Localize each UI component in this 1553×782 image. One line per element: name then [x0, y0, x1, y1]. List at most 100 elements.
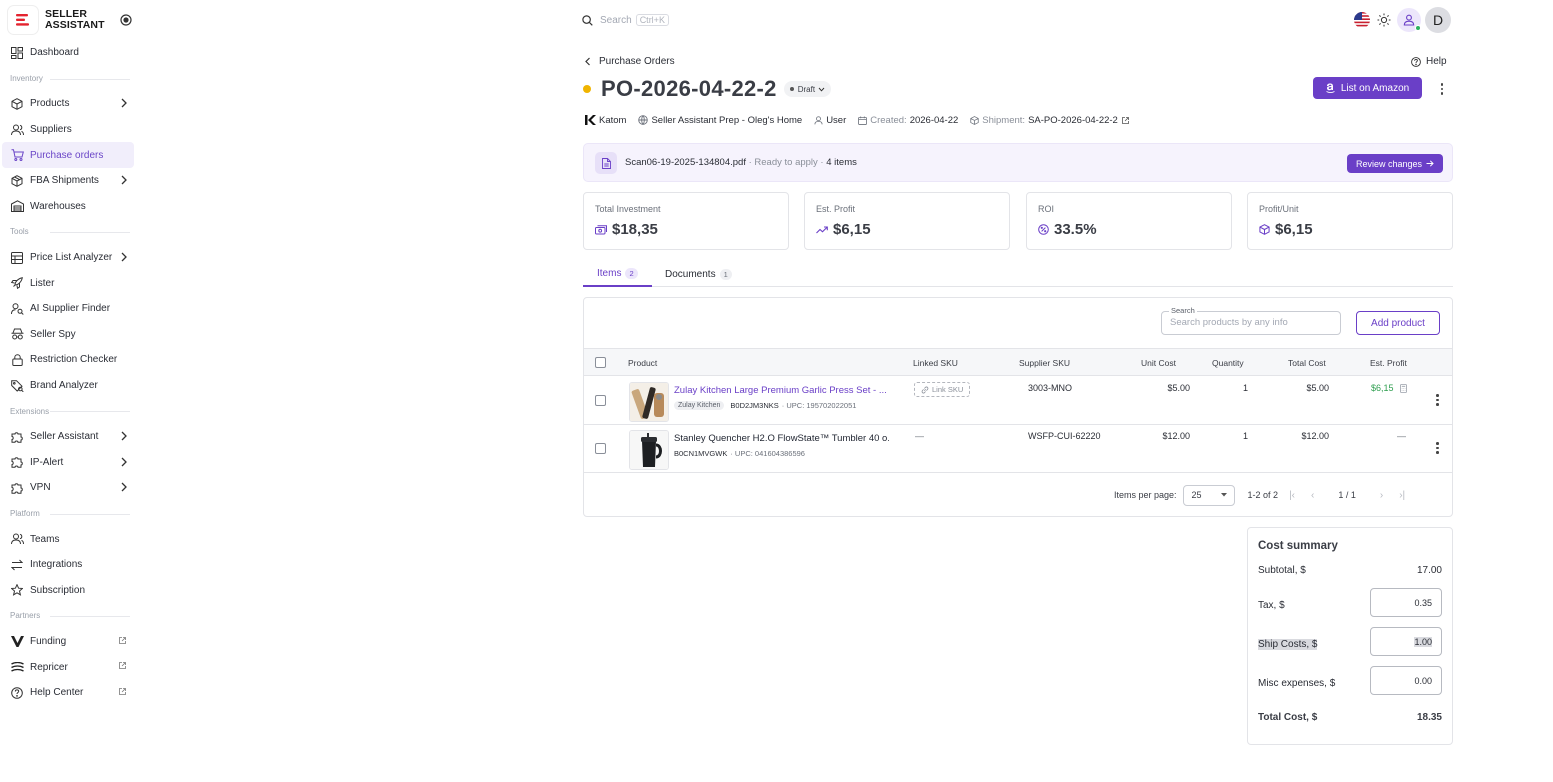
sidebar-item-lister[interactable]: Lister	[2, 270, 134, 296]
col-est-profit[interactable]: Est. Profit	[1370, 358, 1407, 368]
stat-label: Est. Profit	[816, 204, 856, 214]
avatar[interactable]: D	[1425, 7, 1451, 33]
star-icon	[10, 583, 24, 597]
items-per-page-select[interactable]: 25	[1182, 484, 1235, 506]
chevron-down-icon	[818, 87, 825, 92]
unit-cost[interactable]: $5.00	[1140, 383, 1190, 393]
meta-supplier[interactable]: Katom	[585, 115, 626, 126]
review-changes-button[interactable]: Review changes	[1347, 154, 1443, 173]
tab-items[interactable]: Items 2	[583, 262, 652, 287]
product-name-link[interactable]: Stanley Quencher H2.O FlowState™ Tumbler…	[674, 433, 889, 444]
product-image[interactable]	[629, 382, 669, 422]
sidebar-item-ip-alert[interactable]: IP-Alert	[2, 450, 134, 476]
sidebar-item-subscription[interactable]: Subscription	[2, 577, 134, 603]
row-more-options-icon[interactable]	[1436, 394, 1439, 406]
tax-input[interactable]: 0.35	[1370, 588, 1442, 617]
link-icon	[921, 386, 929, 393]
product-search[interactable]: Search	[1161, 306, 1341, 335]
sidebar-item-suppliers[interactable]: Suppliers	[2, 117, 134, 143]
sidebar-item-seller-spy[interactable]: Seller Spy	[2, 322, 134, 348]
sidebar-item-label: Suppliers	[30, 124, 72, 136]
table-row[interactable]: Zulay Kitchen Large Premium Garlic Press…	[584, 377, 1452, 425]
meta-warehouse-label: Seller Assistant Prep - Oleg's Home	[651, 114, 803, 126]
sidebar-item-seller-assistant[interactable]: Seller Assistant	[2, 424, 134, 450]
prev-page-icon[interactable]: ‹	[1311, 490, 1314, 501]
status-badge[interactable]: Draft	[783, 81, 832, 97]
add-product-button[interactable]: Add product	[1356, 311, 1440, 335]
col-quantity[interactable]: Quantity	[1212, 358, 1244, 368]
us-flag-icon[interactable]	[1354, 12, 1370, 28]
product-upc: · UPC: 041604386596	[730, 449, 805, 458]
sidebar-item-products[interactable]: Products	[2, 91, 134, 117]
product-search-input[interactable]	[1170, 317, 1330, 328]
quantity[interactable]: 1	[1204, 431, 1248, 441]
next-page-icon[interactable]: ›	[1380, 490, 1383, 501]
sidebar-item-help-center[interactable]: Help Center	[2, 680, 134, 706]
sidebar-item-funding[interactable]: Funding	[2, 629, 134, 655]
unit-cost[interactable]: $12.00	[1140, 431, 1190, 441]
col-supplier-sku[interactable]: Supplier SKU	[1019, 358, 1070, 368]
page-indicator: 1 / 1	[1338, 490, 1356, 500]
title-row: PO-2026-04-22-2 Draft	[583, 76, 832, 102]
sidebar-item-warehouses[interactable]: Warehouses	[2, 194, 134, 220]
more-options-icon[interactable]	[1436, 80, 1448, 98]
meta-shipment[interactable]: Shipment: SA-PO-2026-04-22-2	[970, 115, 1129, 126]
calculator-icon[interactable]	[1400, 384, 1407, 393]
product-image[interactable]	[629, 430, 669, 470]
misc-expenses-input[interactable]: 0.00	[1370, 666, 1442, 695]
stat-value: $6,15	[1275, 221, 1313, 238]
search-shortcut: Ctrl+K	[635, 14, 669, 26]
col-total-cost[interactable]: Total Cost	[1288, 358, 1326, 368]
row-checkbox[interactable]	[595, 443, 606, 454]
calendar-icon	[858, 115, 868, 125]
row-more-options-icon[interactable]	[1436, 442, 1439, 454]
sidebar-item-vpn[interactable]: VPN	[2, 475, 134, 501]
status-badge-dot	[789, 87, 794, 91]
col-linked-sku[interactable]: Linked SKU	[913, 358, 958, 368]
first-page-icon[interactable]: |‹	[1289, 490, 1295, 501]
select-all-checkbox[interactable]	[595, 357, 606, 368]
col-unit-cost[interactable]: Unit Cost	[1141, 358, 1176, 368]
sidebar-toggle-icon[interactable]	[120, 14, 132, 26]
sidebar-item-fba-shipments[interactable]: FBA Shipments	[2, 168, 134, 194]
breadcrumb-link[interactable]: Purchase Orders	[599, 56, 675, 67]
product-asin[interactable]: B0D2JM3NKS	[730, 401, 778, 410]
sidebar-item-integrations[interactable]: Integrations	[2, 552, 134, 578]
sidebar-item-label: Price List Analyzer	[30, 252, 113, 264]
col-product[interactable]: Product	[628, 358, 657, 368]
sidebar-item-dashboard[interactable]: Dashboard	[2, 40, 134, 66]
sidebar-item-brand-analyzer[interactable]: Brand Analyzer	[2, 373, 134, 399]
product-asin[interactable]: B0CN1MVGWK	[674, 449, 727, 458]
users-icon	[10, 123, 24, 137]
sidebar-item-repricer[interactable]: Repricer	[2, 654, 134, 680]
quantity[interactable]: 1	[1204, 383, 1248, 393]
breadcrumb[interactable]: Purchase Orders	[584, 56, 675, 67]
katom-logo-icon	[585, 115, 596, 125]
sidebar-item-restriction-checker[interactable]: Restriction Checker	[2, 347, 134, 373]
meta-warehouse[interactable]: Seller Assistant Prep - Oleg's Home	[638, 115, 802, 126]
sidebar-item-label: Warehouses	[30, 200, 86, 212]
ship-costs-input[interactable]: 1.00	[1370, 627, 1442, 656]
link-sku-button[interactable]: Link SKU	[914, 382, 971, 397]
help-link[interactable]: Help	[1411, 56, 1447, 67]
sun-theme-icon[interactable]	[1377, 13, 1391, 27]
user-menu-button[interactable]	[1397, 8, 1421, 32]
link-sku-label: Link SKU	[932, 385, 964, 394]
last-page-icon[interactable]: ›|	[1399, 490, 1405, 501]
sidebar-item-teams[interactable]: Teams	[2, 526, 134, 552]
brand-name: SELLER ASSISTANT	[45, 8, 105, 31]
row-checkbox[interactable]	[595, 395, 606, 406]
sidebar-item-label: Integrations	[30, 559, 83, 571]
sidebar-item-ai-supplier-finder[interactable]: AI Supplier Finder	[2, 296, 134, 322]
global-search-placeholder: Search	[600, 14, 632, 26]
global-search[interactable]: Search Ctrl+K	[582, 12, 702, 28]
product-name-link[interactable]: Zulay Kitchen Large Premium Garlic Press…	[674, 385, 889, 396]
brand[interactable]: SELLER ASSISTANT	[8, 6, 136, 34]
puzzle-icon	[10, 481, 24, 495]
table-row[interactable]: Stanley Quencher H2.O FlowState™ Tumbler…	[584, 425, 1452, 473]
sidebar-item-price-list-analyzer[interactable]: Price List Analyzer	[2, 245, 134, 271]
list-on-amazon-button[interactable]: List on Amazon	[1313, 77, 1422, 99]
external-link-icon	[119, 662, 126, 670]
tab-documents[interactable]: Documents 1	[665, 262, 732, 287]
sidebar-item-purchase-orders[interactable]: Purchase orders	[2, 142, 134, 168]
